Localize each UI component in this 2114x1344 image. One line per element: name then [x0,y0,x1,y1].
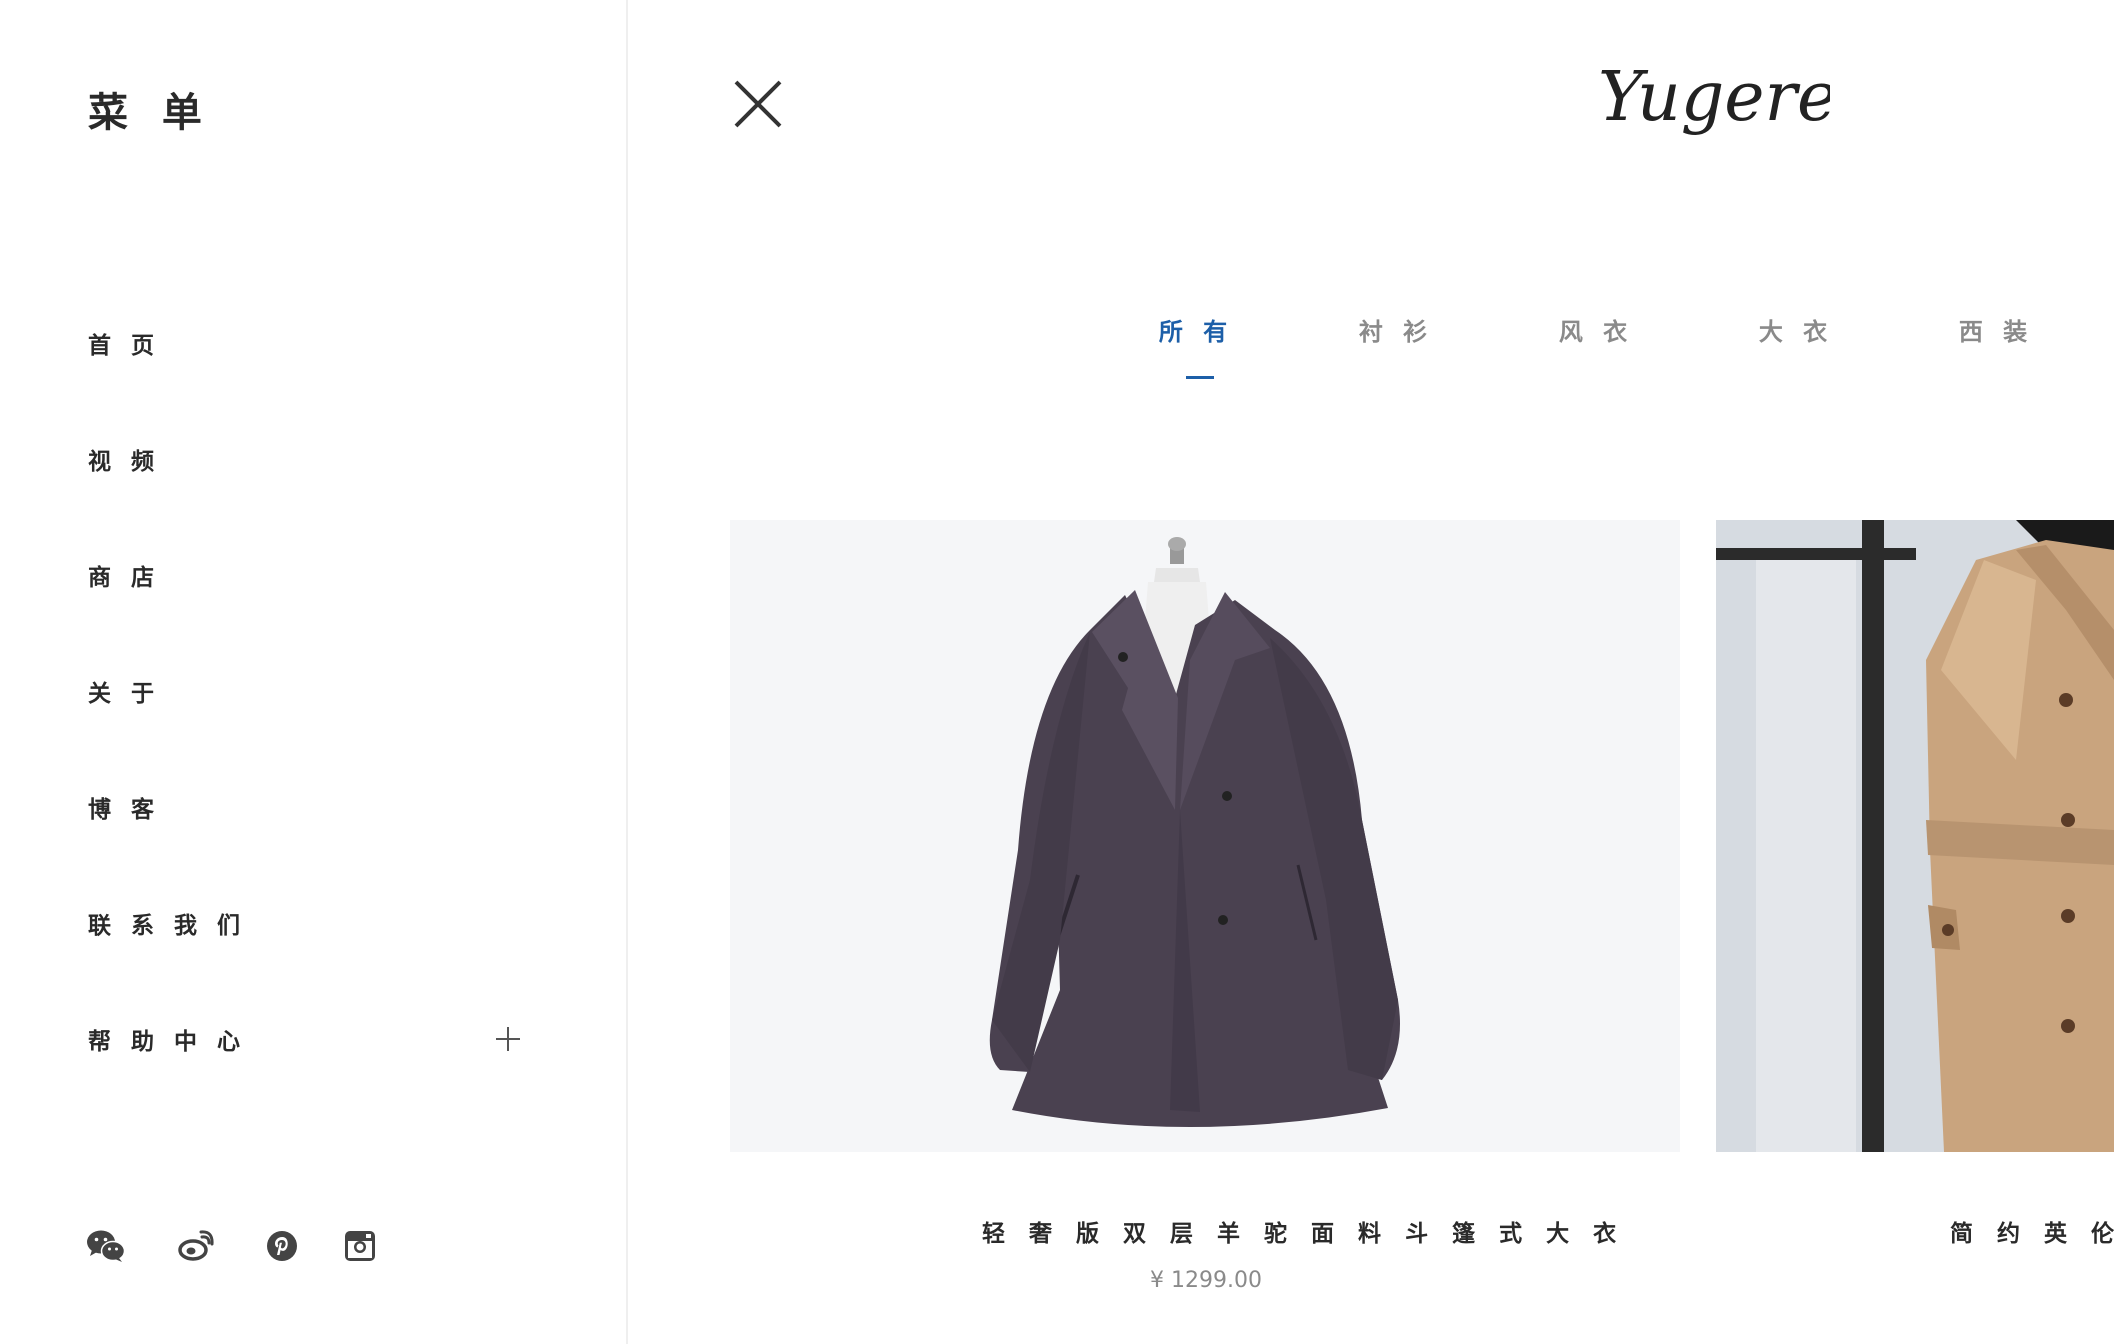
sidebar-item-contact[interactable]: 联 系 我 们 [88,898,528,948]
sidebar-item-label: 关 于 [88,681,161,707]
tab-shirts[interactable]: 衬 衫 [1321,312,1471,352]
logo-text: Yugere [1598,58,1830,137]
tab-coats[interactable]: 大 衣 [1721,312,1871,352]
sidebar-item-home[interactable]: 首 页 [88,318,528,368]
sidebar-item-label: 首 页 [88,333,161,359]
sidebar-item-video[interactable]: 视 频 [88,434,528,484]
tab-suits[interactable]: 西 装 [1921,312,2071,352]
sidebar-item-label: 视 频 [88,449,161,475]
product-price: ¥ 1299.00 [1150,1268,1262,1293]
tab-label: 衬 衫 [1358,318,1434,346]
product-name[interactable]: 轻 奢 版 双 层 羊 驼 面 料 斗 篷 式 大 衣 [982,1214,1624,1248]
sidebar-menu: 菜 单 首 页 视 频 商 店 关 于 博 客 联 系 我 们 帮 助 中 心 [0,0,628,1344]
product-image[interactable] [1716,520,2114,1152]
tab-label: 风 衣 [1558,318,1634,346]
weibo-icon[interactable] [176,1226,216,1266]
sidebar-item-label: 商 店 [88,565,161,591]
menu-title: 菜 单 [88,90,212,136]
tab-trench-coats[interactable]: 风 衣 [1521,312,1671,352]
active-tab-indicator [1186,376,1214,379]
instagram-icon[interactable] [340,1226,380,1266]
tab-label: 所 有 [1158,318,1234,346]
product-image[interactable] [730,520,1680,1152]
pinterest-icon[interactable] [262,1226,302,1266]
sidebar-item-label: 帮 助 中 心 [88,1029,247,1055]
product-name[interactable]: 简 约 英 伦 风 [1950,1214,2114,1248]
tab-label: 大 衣 [1758,318,1834,346]
plus-icon[interactable] [494,1025,522,1053]
wechat-icon[interactable] [86,1226,126,1266]
tab-label: 西 装 [1958,318,2034,346]
app-root: 菜 单 首 页 视 频 商 店 关 于 博 客 联 系 我 们 帮 助 中 心 [0,0,2114,1344]
sidebar-item-about[interactable]: 关 于 [88,666,528,716]
sidebar-item-shop[interactable]: 商 店 [88,550,528,600]
sidebar-item-blog[interactable]: 博 客 [88,782,528,832]
close-button[interactable] [730,76,786,132]
sidebar-item-help-center[interactable]: 帮 助 中 心 [88,1014,528,1064]
sidebar-item-label: 联 系 我 们 [88,913,247,939]
brand-logo[interactable]: Yugere [1590,50,1837,160]
sidebar-item-label: 博 客 [88,797,161,823]
close-icon [734,80,782,128]
tab-all[interactable]: 所 有 [1121,312,1271,352]
